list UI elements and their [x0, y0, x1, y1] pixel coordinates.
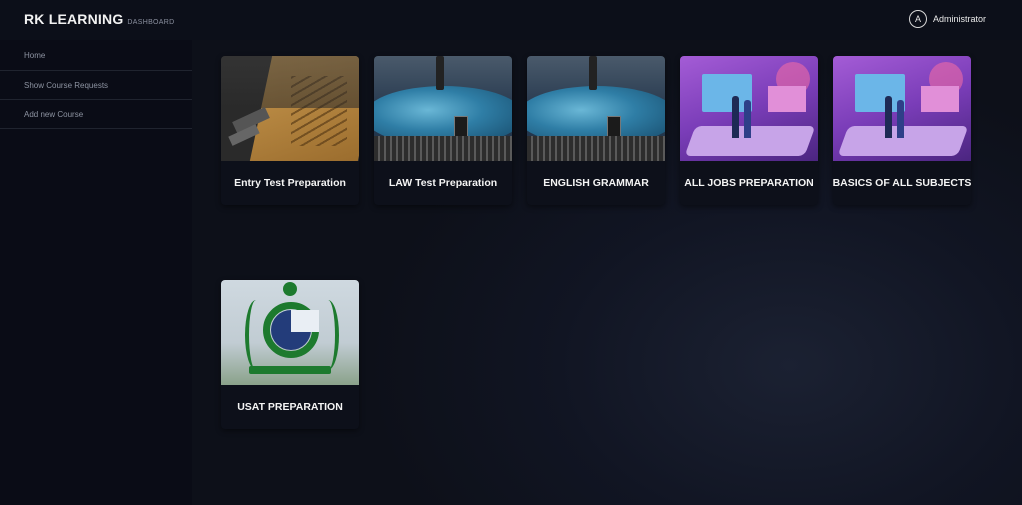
user-name[interactable]: Administrator	[933, 14, 986, 24]
course-title: USAT PREPARATION	[237, 401, 343, 413]
course-title: ENGLISH GRAMMAR	[543, 177, 649, 189]
course-card[interactable]: Entry Test Preparation	[221, 56, 359, 205]
course-title: LAW Test Preparation	[388, 177, 498, 189]
main-content: Entry Test Preparation LAW Test Preparat…	[192, 40, 1022, 505]
sidebar: Home Show Course Requests Add new Course	[0, 40, 192, 505]
sidebar-item-show-course-requests[interactable]: Show Course Requests	[0, 71, 192, 100]
sidebar-item-add-new-course[interactable]: Add new Course	[0, 100, 192, 129]
car-hood-image	[374, 56, 512, 161]
top-bar: RK LEARNING DASHBOARD A Administrator	[0, 0, 1022, 40]
course-card[interactable]: USAT PREPARATION	[221, 280, 359, 429]
brand[interactable]: RK LEARNING DASHBOARD	[24, 11, 174, 27]
office-illustration-image	[833, 56, 971, 161]
brand-subtitle: DASHBOARD	[127, 19, 175, 26]
course-card[interactable]: BASICS OF ALL SUBJECTS	[833, 56, 971, 205]
sidebar-item-home[interactable]: Home	[0, 40, 192, 71]
course-title: BASICS OF ALL SUBJECTS	[833, 177, 971, 189]
office-illustration-image	[680, 56, 818, 161]
brand-title: RK LEARNING	[24, 11, 124, 27]
course-title: ALL JOBS PREPARATION	[684, 177, 814, 189]
course-title: Entry Test Preparation	[234, 177, 346, 189]
leather-pad-image	[221, 56, 359, 161]
user-menu[interactable]: A Administrator	[908, 10, 986, 28]
course-card[interactable]: ENGLISH GRAMMAR	[527, 56, 665, 205]
course-card[interactable]: ALL JOBS PREPARATION	[680, 56, 818, 205]
car-hood-image	[527, 56, 665, 161]
avatar[interactable]: A	[908, 10, 927, 28]
course-card[interactable]: LAW Test Preparation	[374, 56, 512, 205]
hec-logo-image	[221, 280, 359, 385]
